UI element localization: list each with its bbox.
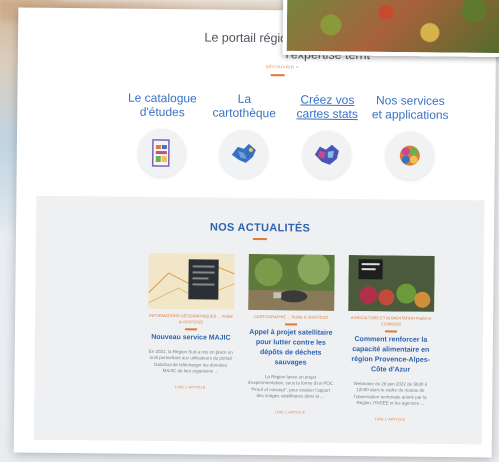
news-card-3-body: Webinaire du 28 juin 2022 de 9h30 à 12h0… (353, 380, 428, 406)
map-stats-icon[interactable] (302, 130, 352, 179)
news-heading: NOS ACTUALITÉS (209, 221, 311, 235)
news-card-2-image[interactable] (248, 252, 335, 311)
news-section: NOS ACTUALITÉS INFORMATIONS GÉOGRAPHIQUE… (33, 195, 485, 445)
service-cartotheque[interactable]: La cartothèque (204, 91, 285, 179)
service-applications-title[interactable]: Nos services et applications (370, 93, 450, 124)
apps-icon[interactable] (385, 131, 435, 180)
service-cartes-stats[interactable]: Créez vos cartes stats (287, 92, 368, 179)
news-card-1[interactable]: INFORMATIONS GÉOGRAPHIQUES ... Publié le… (147, 252, 235, 389)
news-card-2-bar (285, 323, 298, 325)
news-card-2[interactable]: CARTOGRAPHIE ... Publié le 30/07/2022 Ap… (247, 252, 335, 414)
services-grid: Le catalogue d'études La cartothèque Cré… (121, 91, 452, 204)
news-card-2-title[interactable]: Appel à projet satellitaire pour lutter … (248, 327, 334, 368)
news-card-2-read-more[interactable]: LIRE L'ARTICLE (247, 409, 333, 414)
service-cartes-stats-title[interactable]: Créez vos cartes stats (287, 92, 367, 123)
service-catalogue-title[interactable]: Le catalogue d'études (122, 91, 202, 122)
news-card-2-category: CARTOGRAPHIE ... Publié le 30/07/2022 (254, 313, 329, 320)
news-card-3-title[interactable]: Comment renforcer la capacité alimentair… (348, 334, 434, 375)
news-card-2-body: La Région lance un projet d'expérimentat… (247, 373, 334, 399)
discover-link[interactable]: DÉCOUVRIR + (266, 64, 299, 69)
news-accent-bar (252, 237, 267, 241)
photo-overlay (282, 0, 499, 58)
service-catalogue[interactable]: Le catalogue d'études (122, 91, 203, 178)
news-card-3[interactable]: AGRICULTURE ET ALIMENTATION Publié le 27… (347, 254, 435, 421)
document-icon[interactable] (137, 128, 187, 178)
news-card-1-image[interactable] (148, 252, 235, 310)
news-card-1-body: En 2021, la Région Sud a mis en place un… (148, 348, 233, 374)
service-applications[interactable]: Nos services et applications (370, 93, 451, 180)
news-card-3-category: AGRICULTURE ET ALIMENTATION Publié le 27… (350, 315, 432, 327)
service-cartotheque-title[interactable]: La cartothèque (204, 91, 284, 122)
page-screenshot: Le portail régional dédié au partage d l… (13, 7, 497, 458)
news-card-3-bar (384, 330, 397, 332)
news-card-1-read-more[interactable]: LIRE L'ARTICLE (147, 384, 233, 389)
news-card-1-bar (184, 328, 197, 330)
news-card-1-title[interactable]: Nouveau service MAJIC (148, 332, 234, 343)
news-card-3-image[interactable] (348, 254, 435, 312)
map-icon[interactable] (219, 129, 269, 179)
news-card-3-read-more[interactable]: LIRE L'ARTICLE (347, 416, 433, 421)
news-card-1-category: INFORMATIONS GÉOGRAPHIQUES ... Publié le… (149, 312, 234, 325)
intro-accent-bar (270, 74, 285, 77)
